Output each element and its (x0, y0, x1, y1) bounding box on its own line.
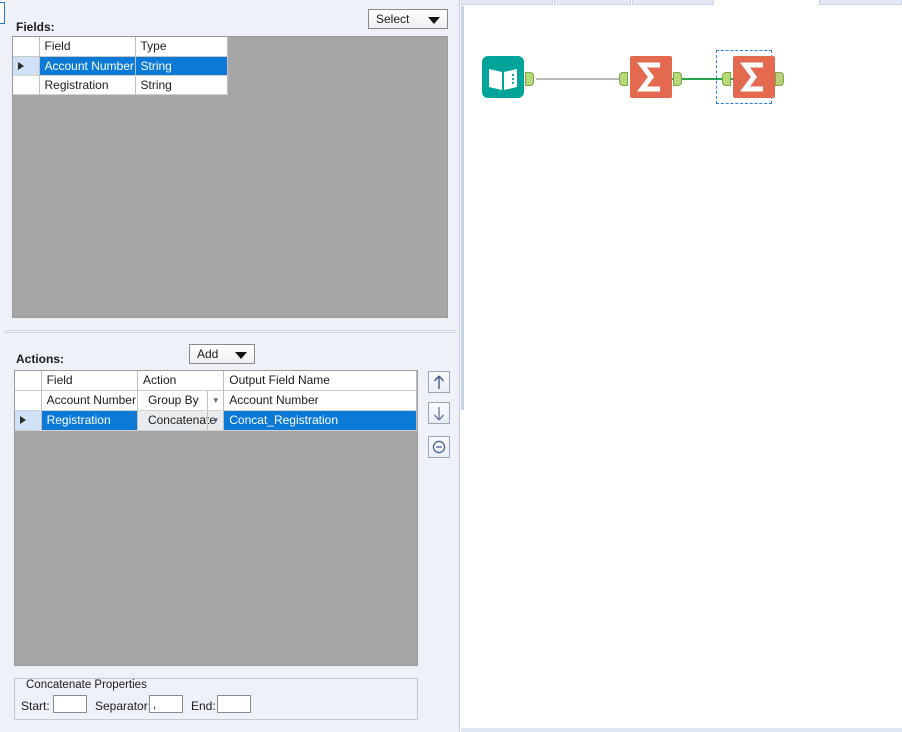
select-dropdown-button[interactable]: Select (368, 9, 448, 29)
actions-grid-header-row: Field Action Output Field Name (15, 371, 417, 390)
fields-label: Fields: (16, 20, 55, 34)
connection-input-to-summarize1[interactable] (536, 78, 625, 80)
sigma-icon (630, 56, 672, 98)
actions-header-action: Action (137, 371, 223, 390)
fields-row-type[interactable]: String (135, 56, 227, 75)
actions-row-field[interactable]: Account Number (41, 390, 137, 410)
fields-header-selector (13, 37, 39, 56)
move-down-button[interactable] (428, 402, 450, 424)
summarize2-output-port[interactable] (775, 72, 784, 86)
actions-row-selector[interactable] (15, 390, 41, 410)
chevron-down-icon[interactable]: ▾ (207, 391, 223, 410)
chevron-down-icon (428, 17, 440, 24)
remove-action-button[interactable] (428, 436, 450, 458)
fields-section: Fields: Select Field Type (0, 0, 460, 320)
fields-row-type[interactable]: String (135, 75, 227, 94)
sigma-icon (733, 56, 775, 98)
app-window: Fields: Select Field Type (0, 0, 902, 732)
node-summarize-1[interactable] (630, 56, 672, 98)
actions-row-output[interactable]: Concat_Registration (224, 410, 417, 430)
start-label: Start: (21, 699, 50, 713)
tab-segment[interactable] (554, 0, 631, 5)
separator-input[interactable]: , (149, 695, 183, 713)
book-icon (482, 56, 524, 98)
actions-row-action-select[interactable]: Group By ▾ (137, 390, 223, 410)
fields-header-type: Type (135, 37, 227, 56)
actions-row[interactable]: Account Number Group By ▾ Account Number (15, 390, 417, 410)
workflow-canvas[interactable] (464, 6, 902, 410)
fields-row-field[interactable]: Account Number (39, 56, 135, 75)
row-caret-icon (20, 416, 26, 424)
actions-label: Actions: (16, 352, 64, 366)
actions-header-selector (15, 371, 41, 390)
tab-segment[interactable] (461, 0, 553, 5)
summarize2-input-port[interactable] (722, 72, 731, 86)
row-caret-icon (18, 62, 24, 70)
fields-row-field[interactable]: Registration (39, 75, 135, 94)
end-label: End: (191, 699, 216, 713)
select-dropdown-label: Select (376, 12, 409, 26)
fields-grid[interactable]: Field Type Account Number String (12, 36, 448, 318)
right-area: Results - Summarize (2) - Output · · · ·… (461, 0, 902, 732)
actions-row-field[interactable]: Registration (41, 410, 137, 430)
tab-segment[interactable] (632, 0, 714, 5)
actions-header-field: Field (41, 371, 137, 390)
actions-row-output[interactable]: Account Number (224, 390, 417, 410)
node-summarize-2[interactable] (733, 56, 775, 98)
summarize1-output-port[interactable] (673, 72, 682, 86)
add-dropdown-button[interactable]: Add (189, 344, 255, 364)
actions-row-action-select[interactable]: Concatenate ▾ (137, 410, 223, 430)
chevron-down-icon (235, 352, 247, 359)
actions-row[interactable]: Registration Concatenate ▾ Concat_Regist… (15, 410, 417, 430)
input-data-output-port[interactable] (525, 72, 534, 86)
end-input[interactable] (217, 695, 251, 713)
node-input-data[interactable] (482, 56, 524, 98)
minus-circle-icon (432, 440, 446, 454)
actions-grid[interactable]: Field Action Output Field Name Account N… (14, 370, 418, 666)
summarize1-input-port[interactable] (619, 72, 628, 86)
actions-header-output: Output Field Name (224, 371, 417, 390)
panel-splitter[interactable] (4, 330, 456, 333)
arrow-down-icon (432, 406, 446, 421)
actions-row-selector[interactable] (15, 410, 41, 430)
fields-row[interactable]: Account Number String (13, 56, 227, 75)
chevron-down-icon[interactable]: ▾ (207, 411, 223, 430)
fields-header-field: Field (39, 37, 135, 56)
separator-label: Separator: (95, 699, 151, 713)
arrow-up-icon (432, 375, 446, 390)
fields-row[interactable]: Registration String (13, 75, 227, 94)
fields-grid-header-row: Field Type (13, 37, 227, 56)
fields-row-selector[interactable] (13, 56, 39, 75)
concatenate-properties-legend: Concatenate Properties (22, 679, 151, 691)
tab-segment[interactable] (819, 0, 902, 5)
start-input[interactable] (53, 695, 87, 713)
configuration-panel: Fields: Select Field Type (0, 0, 460, 732)
add-dropdown-label: Add (197, 347, 218, 361)
move-up-button[interactable] (428, 371, 450, 393)
bottom-strip (461, 728, 902, 732)
fields-row-selector[interactable] (13, 75, 39, 94)
